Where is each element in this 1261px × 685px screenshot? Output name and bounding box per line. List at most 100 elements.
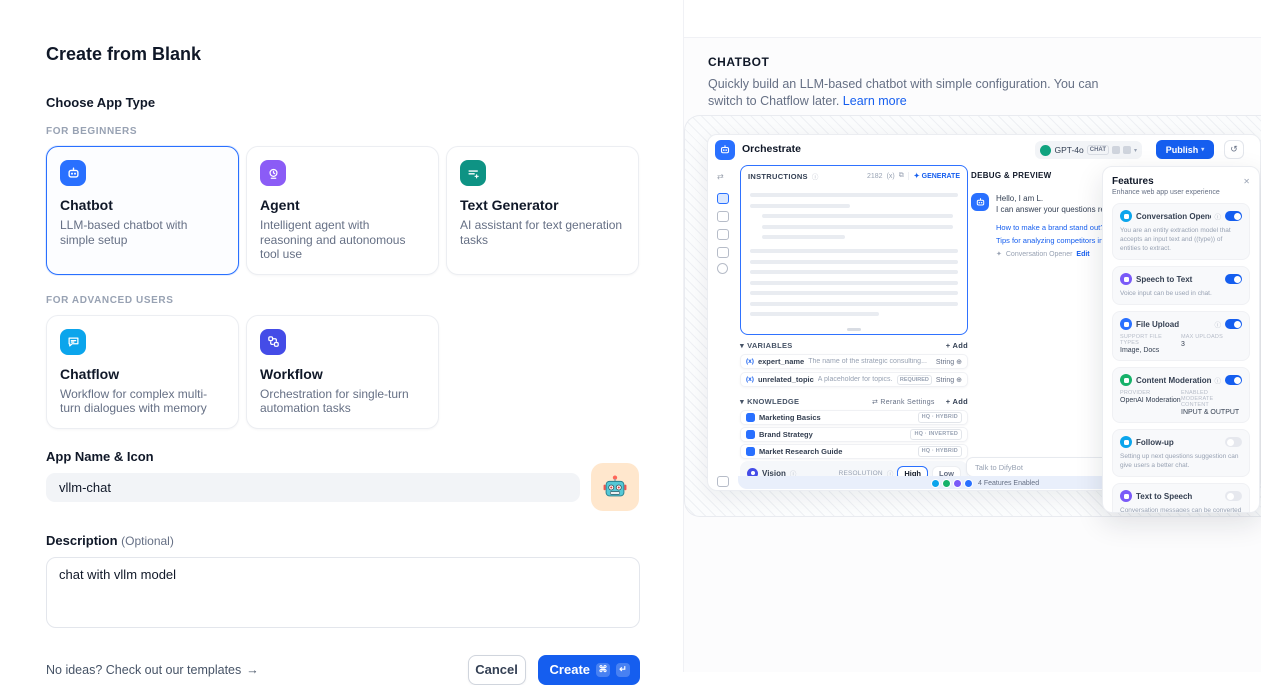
info-icon: ⓘ <box>1215 211 1222 221</box>
model-selector[interactable]: GPT-4o CHAT ▾ <box>1035 141 1142 159</box>
templates-link[interactable]: No ideas? Check out our templates → <box>46 663 259 677</box>
dataset-tag: HQ · INVERTED <box>910 429 962 440</box>
model-feature-icon-2 <box>1123 146 1131 154</box>
preview-description: Quickly build an LLM-based chatbot with … <box>708 76 1108 110</box>
robot-emoji-icon <box>600 472 630 502</box>
rail-item-selected[interactable] <box>717 193 729 204</box>
chevron-down-icon[interactable]: ▾ <box>740 341 744 350</box>
chevron-down-icon[interactable]: ▾ <box>740 397 744 406</box>
suggested-question-link[interactable]: How to make a brand stand out? <box>996 223 1104 232</box>
dataset-name: Brand Strategy <box>759 430 813 439</box>
add-knowledge-button[interactable]: + Add <box>946 397 968 406</box>
rail-bottom-icon[interactable] <box>717 476 729 487</box>
app-type-card-agent[interactable]: Agent Intelligent agent with reasoning a… <box>246 146 439 275</box>
knowledge-row[interactable]: Marketing Basics HQ · HYBRID <box>740 410 968 425</box>
variable-tag-icon: (x) <box>746 358 754 365</box>
variable-icon[interactable]: (x) <box>887 173 895 180</box>
preview-pane-topstrip <box>684 0 1261 38</box>
model-feature-icon-1 <box>1112 146 1120 154</box>
card-desc: LLM-based chatbot with simple setup <box>60 218 225 247</box>
copy-icon[interactable]: ⧉ <box>899 172 904 180</box>
chevron-down-icon: ▾ <box>1201 146 1204 153</box>
instructions-label: INSTRUCTIONS <box>748 172 808 181</box>
opener-edit-link[interactable]: Edit <box>1076 251 1089 258</box>
rail-item-3[interactable] <box>717 229 729 240</box>
content-moderation-icon <box>1120 374 1132 386</box>
model-provider-icon <box>1040 145 1051 156</box>
toggle[interactable] <box>1225 375 1242 385</box>
app-icon-picker[interactable] <box>591 463 639 511</box>
description-label: Description (Optional) <box>46 533 639 548</box>
app-name-input[interactable]: vllm-chat <box>46 473 580 502</box>
model-name: GPT-4o <box>1054 145 1083 155</box>
info-icon: ⓘ <box>812 171 819 181</box>
rail-item-4[interactable] <box>717 247 729 258</box>
conversation-opener-row: ✦ Conversation Opener Edit <box>996 250 1090 258</box>
generate-button[interactable]: ✦ GENERATE <box>908 172 960 180</box>
card-desc: Workflow for complex multi-turn dialogue… <box>60 387 225 416</box>
learn-more-link[interactable]: Learn more <box>843 94 907 108</box>
feature-dot-upload <box>964 479 973 488</box>
card-title: Agent <box>260 197 425 213</box>
opener-icon: ✦ <box>996 250 1002 258</box>
variables-header: ▾ VARIABLES + Add <box>740 341 968 350</box>
chatbot-icon <box>60 160 86 186</box>
card-title: Workflow <box>260 366 425 382</box>
app-type-card-chatflow[interactable]: Chatflow Workflow for complex multi-turn… <box>46 315 239 429</box>
dataset-tag: HQ · HYBRID <box>918 412 962 423</box>
dataset-icon <box>746 447 755 456</box>
create-button[interactable]: Create ⌘ ↵ <box>538 655 640 685</box>
feature-dot-moderation <box>942 479 951 488</box>
feature-card-follow-up: Follow-up Setting up next questions sugg… <box>1112 429 1250 477</box>
feature-card-content-moderation: Content Moderation ⓘ PROVIDER OpenAI Mod… <box>1112 367 1250 423</box>
info-icon: ⓘ <box>1215 375 1222 385</box>
modal-title: Create from Blank <box>46 44 639 65</box>
knowledge-row[interactable]: Market Research Guide HQ · HYBRID <box>740 444 968 459</box>
app-type-card-text-generator[interactable]: Text Generator AI assistant for text gen… <box>446 146 639 275</box>
toggle[interactable] <box>1225 437 1242 447</box>
rerank-settings-button[interactable]: ⇄ Rerank Settings <box>872 398 935 406</box>
beginner-cards-row: Chatbot LLM-based chatbot with simple se… <box>46 146 639 275</box>
instructions-skeleton <box>741 186 967 316</box>
description-textarea[interactable]: chat with vllm model <box>46 557 640 628</box>
group-label-advanced: FOR ADVANCED USERS <box>46 295 639 306</box>
history-icon[interactable]: ↺ <box>1224 140 1244 159</box>
dataset-icon <box>746 430 755 439</box>
cmd-key-icon: ⌘ <box>596 663 610 677</box>
card-title: Text Generator <box>460 197 625 213</box>
feature-dot-opener <box>931 479 940 488</box>
variable-row[interactable]: (x) unrelated_topic A placeholder for to… <box>740 372 968 387</box>
variable-name: expert_name <box>758 357 804 366</box>
variable-desc: The name of the strategic consulting... <box>808 358 932 365</box>
toggle[interactable] <box>1225 319 1242 329</box>
speech-to-text-icon <box>1120 273 1132 285</box>
rail-item-2[interactable] <box>717 211 729 222</box>
add-variable-button[interactable]: + Add <box>946 341 968 350</box>
advanced-cards-row: Chatflow Workflow for complex multi-turn… <box>46 315 639 429</box>
toggle[interactable] <box>1225 491 1242 501</box>
app-type-card-chatbot[interactable]: Chatbot LLM-based chatbot with simple se… <box>46 146 239 275</box>
cancel-button[interactable]: Cancel <box>468 655 526 685</box>
app-type-card-workflow[interactable]: Workflow Orchestration for single-turn a… <box>246 315 439 429</box>
toggle[interactable] <box>1225 274 1242 284</box>
close-icon[interactable]: ✕ <box>1243 177 1250 186</box>
spark-icon: ✦ <box>914 172 920 180</box>
arrow-right-icon: → <box>246 663 259 677</box>
knowledge-header: ▾ KNOWLEDGE ⇄ Rerank Settings + Add <box>740 397 968 406</box>
resize-handle[interactable] <box>847 328 861 331</box>
description-optional: (Optional) <box>121 534 174 548</box>
chatflow-icon <box>60 329 86 355</box>
debug-preview-header: DEBUG & PREVIEW <box>971 171 1052 180</box>
knowledge-row[interactable]: Brand Strategy HQ · INVERTED <box>740 427 968 442</box>
rail-orchestrate-icon[interactable]: ⇄ <box>717 172 724 181</box>
instructions-card[interactable]: INSTRUCTIONS ⓘ 2182 (x) ⧉ ✦ GENERATE <box>740 165 968 335</box>
card-desc: AI assistant for text generation tasks <box>460 218 625 247</box>
file-upload-icon <box>1120 318 1132 330</box>
card-title: Chatbot <box>60 197 225 213</box>
publish-button[interactable]: Publish ▾ <box>1156 140 1214 159</box>
preview-heading: CHATBOT <box>708 55 1237 69</box>
toggle[interactable] <box>1225 211 1242 221</box>
text-to-speech-icon <box>1120 490 1132 502</box>
variable-row[interactable]: (x) expert_name The name of the strategi… <box>740 354 968 369</box>
rail-item-5[interactable] <box>717 263 728 274</box>
